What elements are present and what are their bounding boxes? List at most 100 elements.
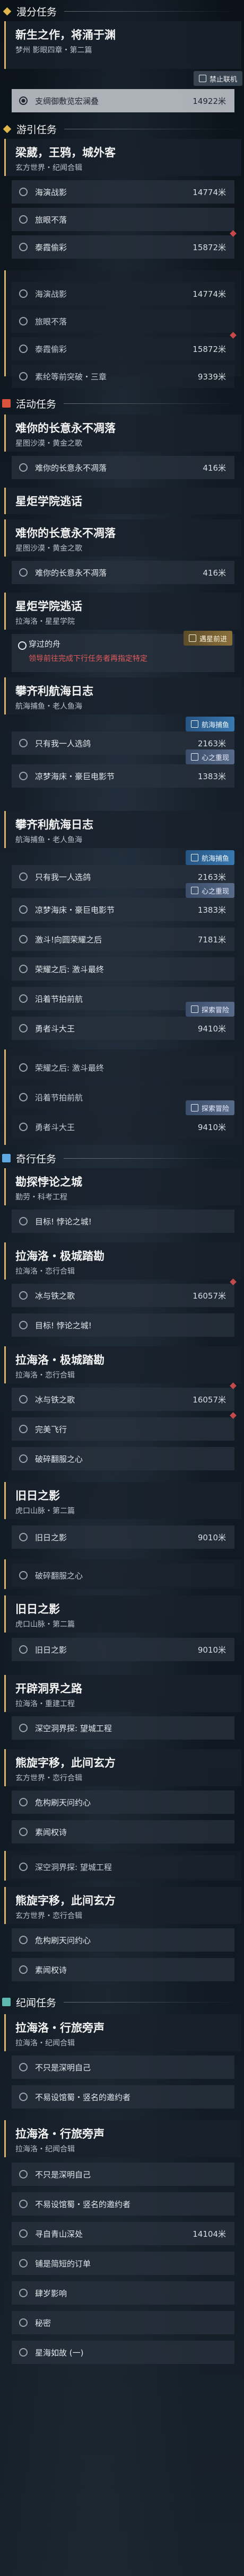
boat-icon: [191, 720, 198, 728]
quest-subtitle: 拉海洛・恋行合辑: [15, 1371, 75, 1380]
quest-card-12[interactable]: 旧日之影 虎口山脉・第二篇: [4, 1482, 241, 1519]
quest-subtitle: 拉海洛・恋行合辑: [15, 1267, 75, 1276]
objective-row[interactable]: 支绸御敷览宏澜叠 14922米: [12, 89, 234, 112]
quest-card-9[interactable]: 勘探悖论之城 勤劳・科考工程: [4, 1168, 241, 1205]
objective-row[interactable]: 不只是深明自己: [12, 2055, 234, 2079]
objective-row[interactable]: 素闻权诗: [12, 1820, 234, 1843]
objective-row[interactable]: 旧日之影 9010米: [12, 1525, 234, 1549]
objective-row[interactable]: 勇者斗大王 9410米: [12, 1115, 234, 1139]
objective-row[interactable]: 秘密: [12, 2311, 234, 2334]
heart-icon: [191, 753, 198, 761]
distance: 16057米: [193, 1395, 226, 1405]
quest-card-18[interactable]: 拉海洛・行旅旁声 拉海洛・纪闻合辑: [4, 2120, 241, 2157]
quest-card-11[interactable]: 拉海洛・极城踏勘 拉海洛・恋行合辑: [4, 1346, 241, 1383]
objective-row[interactable]: 旧日之影 9010米: [12, 1638, 234, 1661]
quest-card-17[interactable]: 拉海洛・行旅旁声 拉海洛・纪闻合辑: [4, 2014, 241, 2051]
objective-label: 危构刷天问约心: [35, 1797, 91, 1807]
diamond-icon: [3, 7, 12, 15]
warning-text: 领导前往完成下行任务者再指定特定: [29, 655, 147, 663]
objective-row[interactable]: 旅眼不落: [12, 310, 234, 333]
objective-label: 支绸御敷览宏澜叠: [35, 96, 99, 106]
distance: 15872米: [193, 344, 226, 354]
objective-row[interactable]: 破碎翻服之心: [12, 1447, 234, 1470]
objective-row[interactable]: 不只是深明自己: [12, 2163, 234, 2186]
objective-row[interactable]: 危构刷天问约心: [12, 1790, 234, 1814]
quest-card-8[interactable]: 攀齐利航海日志 航海捕鱼・老人鱼海: [4, 811, 241, 848]
objective-row[interactable]: 勇者斗大王 9410米: [12, 1017, 234, 1040]
objective-row[interactable]: 寻自青山深处 14104米: [12, 2222, 234, 2245]
section-title: 活动任务: [16, 398, 57, 410]
quest-card-1[interactable]: 新生之作，将涌于渊 梦州 影眼四章・第二篇: [4, 21, 241, 69]
objective-row[interactable]: 深空洞界探: 望城工程: [12, 1855, 234, 1878]
quest-card-16[interactable]: 熊旋字移，此间玄方 玄方世界・恋行合辑: [4, 1887, 241, 1924]
nav-badge[interactable]: 航海捕鱼: [186, 850, 235, 865]
quest-card-14[interactable]: 开辟洞界之路 拉海洛・重建工程: [4, 1675, 241, 1712]
distance: 2163米: [197, 872, 226, 882]
objective-label: 激斗!向圆荣耀之后: [35, 934, 102, 945]
objective-row[interactable]: 完美飞行: [12, 1412, 237, 1441]
guide-badge[interactable]: 遇星前进: [184, 631, 233, 646]
nav-badge[interactable]: 航海捕鱼: [186, 717, 235, 731]
objective-label: 完美飞行: [35, 1424, 67, 1434]
distance: 1383米: [197, 905, 226, 915]
objective-row[interactable]: 泰霞偷彩 15872米: [12, 332, 237, 360]
objective-label: 素闻权诗: [35, 1965, 67, 1975]
objective-row[interactable]: 荣耀之后: 激斗最终: [12, 1056, 234, 1079]
objective-row[interactable]: 不易设馆蜀・竖名的邀约者: [12, 2085, 234, 2109]
objective-row[interactable]: 旅眼不落: [12, 208, 234, 231]
coop-badge[interactable]: 心之重现: [186, 883, 235, 898]
quest-card-15[interactable]: 熊旋字移，此间玄方 玄方世界・恋行合辑: [4, 1749, 241, 1786]
objective-row[interactable]: 凉梦海床・豪巨电影节 1383米: [12, 764, 234, 788]
radio-icon: [19, 965, 28, 973]
quest-card-7[interactable]: 攀齐利航海日志 航海捕鱼・老人鱼海: [4, 677, 241, 714]
radio-icon: [19, 345, 28, 353]
radio-icon: [19, 1425, 28, 1433]
objective-row[interactable]: 海演战影 14774米: [12, 282, 234, 305]
quest-card-10[interactable]: 拉海洛・极城踏勘 拉海洛・恋行合辑: [4, 1242, 241, 1280]
radio-icon: [19, 2093, 28, 2101]
adventure-badge[interactable]: 探索冒险: [186, 1002, 235, 1017]
objective-row[interactable]: 冰与铁之歌 16057米: [12, 1382, 237, 1411]
quest-card-3[interactable]: 难你的长意永不凋落 星图沙漠・黄金之歌: [4, 414, 241, 452]
quest-card-5[interactable]: 难你的长意永不凋落 星图沙漠・黄金之歌: [4, 519, 241, 557]
objective-row[interactable]: 铺是简短的订单: [12, 2252, 234, 2275]
objective-row[interactable]: 素闻权诗: [12, 1958, 234, 1981]
objective-label: 不易设馆蜀・竖名的邀约者: [35, 2092, 131, 2102]
quest-card-4[interactable]: 星炬学院逃话: [4, 488, 241, 514]
objective-row[interactable]: 冰与铁之歌 16057米: [12, 1278, 237, 1307]
objective-row[interactable]: 海演战影 14774米: [12, 180, 234, 204]
quest-title: 熊旋字移，此间玄方: [15, 1757, 116, 1769]
objective-row[interactable]: 凉梦海床・豪巨电影节 1383米: [12, 898, 234, 921]
radio-icon: [19, 2289, 28, 2297]
objective-row[interactable]: 难你的长意永不凋落 416米: [12, 561, 234, 584]
radio-icon: [19, 1395, 28, 1404]
objective-row[interactable]: 肆岁影响: [12, 2281, 234, 2305]
quest-card-6[interactable]: 星炬学院逃话 拉海洛・星星学院: [4, 593, 241, 630]
objective-row[interactable]: 破碎翻服之心: [12, 1564, 234, 1587]
coop-badge[interactable]: 心之重现: [186, 749, 235, 764]
objective-row[interactable]: 泰霞偷彩 15872米: [12, 230, 237, 259]
objective-label: 凉梦海床・豪巨电影节: [35, 905, 115, 915]
objective-row[interactable]: 不易设馆蜀・竖名的邀约者: [12, 2192, 234, 2216]
objective-row[interactable]: 深空洞界探: 望城工程: [12, 1716, 234, 1740]
objective-row[interactable]: 星海如故 (一): [12, 2341, 234, 2364]
objective-row[interactable]: 目标! 悖论之城!: [12, 1210, 234, 1233]
objective-row[interactable]: 难你的长意永不凋落 416米: [12, 456, 234, 479]
objective-label: 旅眼不落: [35, 316, 67, 327]
objective-label: 不只是深明自己: [35, 2062, 91, 2072]
objective-row[interactable]: 危构刷天问约心: [12, 1928, 234, 1952]
objective-label: 星海如故 (一): [35, 2348, 84, 2358]
objective-row[interactable]: 目标! 悖论之城!: [12, 1313, 234, 1337]
diamond-icon: [3, 125, 12, 133]
objective-row[interactable]: 素纶等前突破・三章 9339米: [12, 365, 234, 388]
quest-title: 攀齐利航海日志: [15, 685, 93, 698]
objective-row[interactable]: 激斗!向圆荣耀之后 7181米: [12, 928, 234, 951]
quest-card-13[interactable]: 旧日之影 虎口山脉・第二篇: [4, 1595, 241, 1633]
distance: 16057米: [193, 1291, 226, 1301]
heart-icon: [191, 887, 198, 894]
radio-icon: [19, 1863, 28, 1871]
objective-row[interactable]: 荣耀之后: 激斗最终: [12, 957, 234, 981]
adventure-badge[interactable]: 探索冒险: [186, 1100, 235, 1115]
radio-icon: [19, 772, 28, 780]
quest-card-2[interactable]: 梁葳，王鸦，城外客 玄方世界・纪闻合辑: [4, 139, 241, 176]
